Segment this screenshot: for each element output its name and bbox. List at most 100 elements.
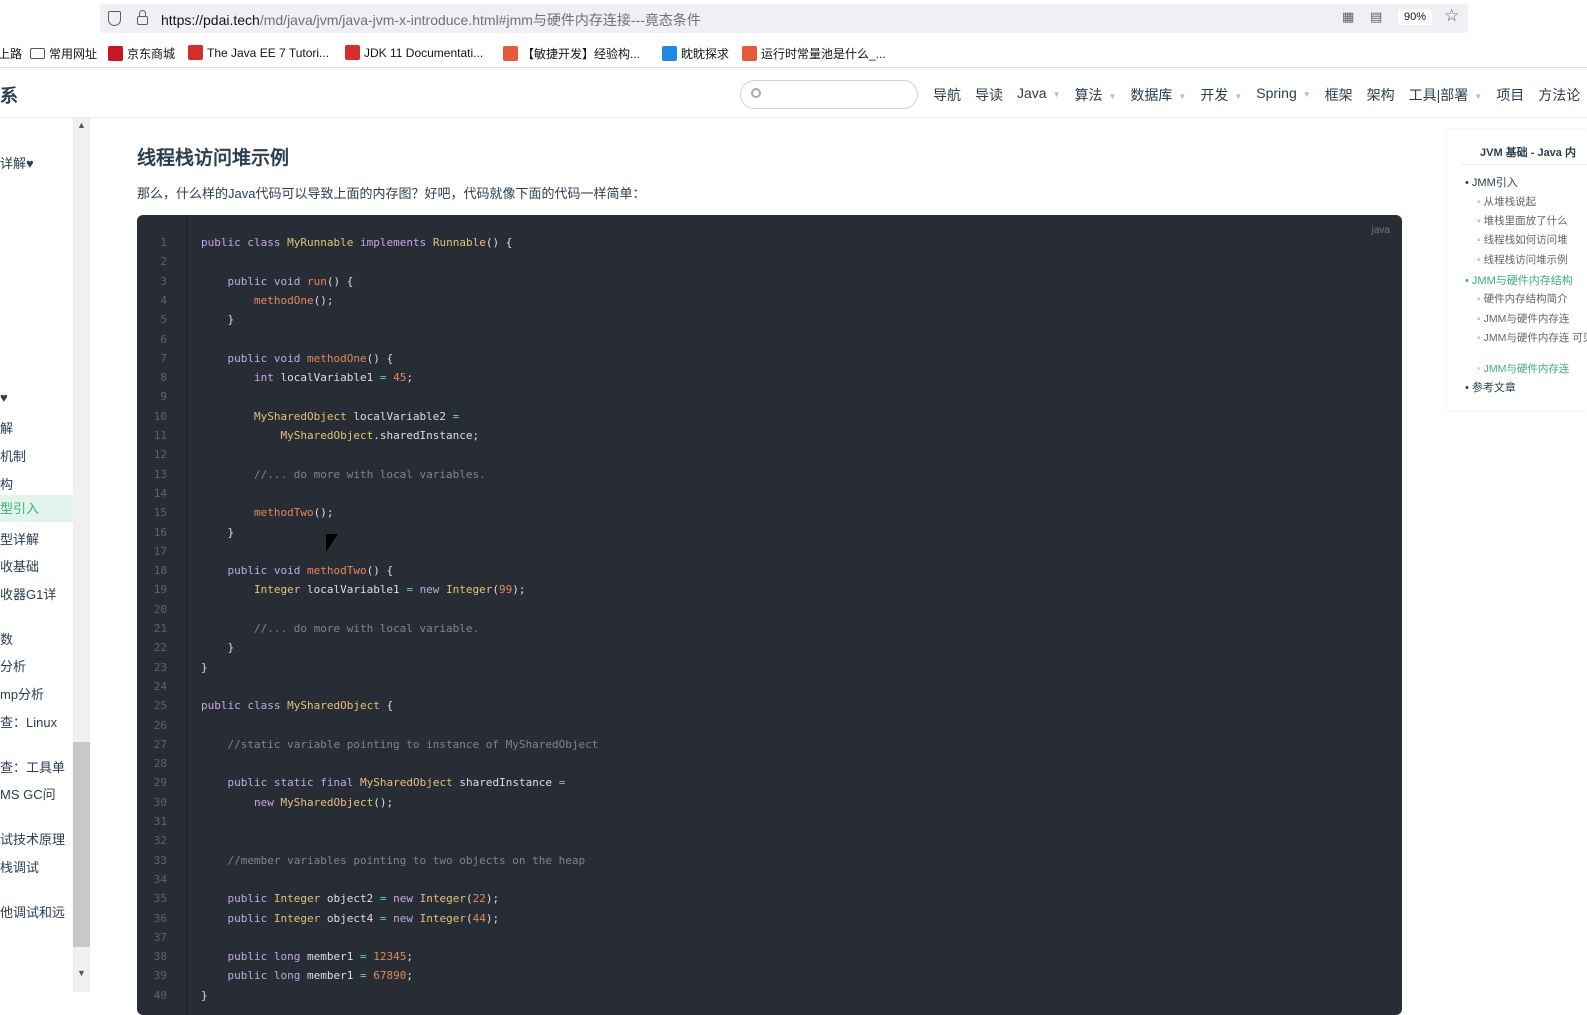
code-line: //... do more with local variable. xyxy=(201,622,480,635)
toc-item[interactable]: ◦ 从堆栈说起 xyxy=(1477,194,1536,209)
sidebar-item[interactable]: 栈调试 xyxy=(0,857,73,876)
toc-item[interactable]: ◦ 线程栈如何访问堆 xyxy=(1477,232,1568,247)
zoom-level[interactable]: 90% xyxy=(1398,9,1433,25)
shield-icon[interactable] xyxy=(108,11,121,26)
nav-item[interactable]: 架构 xyxy=(1367,85,1395,105)
code-line: public long member1 = 12345; xyxy=(227,950,413,964)
code-line: methodTwo(); xyxy=(253,506,334,520)
toc-bullet: ◦ xyxy=(1477,363,1484,375)
sidebar-item[interactable]: 查：Linux xyxy=(0,712,73,731)
sidebar-item[interactable]: 数 xyxy=(0,629,73,648)
nav-item[interactable]: 导航 xyxy=(933,85,961,105)
bookmark-item[interactable]: 上路 xyxy=(0,45,22,62)
toc-item[interactable]: ◦ JMM与硬件内存连 可见性 xyxy=(1477,330,1587,345)
sidebar-item[interactable]: mp分析 xyxy=(0,684,73,703)
scroll-up-icon[interactable]: ▲ xyxy=(77,120,86,130)
search-input[interactable] xyxy=(740,80,918,109)
bookmark-item[interactable]: The Java EE 7 Tutori... xyxy=(188,45,329,60)
main-content: 线程栈访问堆示例 那么，什么样的Java代码可以导致上面的内存图？好吧，代码就像… xyxy=(100,118,1437,1015)
sidebar-item[interactable]: 解 xyxy=(0,418,73,437)
bookmark-star-icon[interactable]: ☆ xyxy=(1444,6,1459,26)
nav-item[interactable]: 方法论 xyxy=(1538,85,1580,105)
code-line: } xyxy=(201,313,235,327)
line-number: 11 xyxy=(153,429,167,442)
line-number: 12 xyxy=(153,448,167,462)
toc-item[interactable]: ◦ JMM与硬件内存连 xyxy=(1477,361,1569,376)
bookmark-item[interactable]: 运行时常量池是什么_... xyxy=(742,45,886,62)
line-number: 32 xyxy=(153,834,167,848)
toc-label: 线程栈如何访问堆 xyxy=(1483,234,1568,246)
sidebar-item[interactable]: 分析 xyxy=(0,656,73,675)
lock-icon[interactable] xyxy=(137,10,148,25)
toc-item[interactable]: • JMM与硬件内存结构 xyxy=(1465,272,1573,288)
nav-item[interactable]: 工具|部署 ▼ xyxy=(1409,85,1483,105)
toc-bullet: ◦ xyxy=(1477,254,1484,266)
nav-item[interactable]: 框架 xyxy=(1325,85,1353,105)
nav-item[interactable]: 算法 ▼ xyxy=(1075,85,1117,105)
nav-label: 导航 xyxy=(933,87,961,103)
code-line: //member variables pointing to two objec… xyxy=(201,853,586,867)
bookmark-label: JDK 11 Documentati... xyxy=(364,45,484,60)
toc-item[interactable]: ◦ 堆栈里面放了什么 xyxy=(1477,213,1568,228)
bookmark-item[interactable]: 眈眈探求 xyxy=(662,45,729,62)
sidebar-item[interactable]: MS GC问 xyxy=(0,784,73,803)
oracle-icon xyxy=(188,45,203,60)
sidebar-item[interactable]: 详解♥ xyxy=(0,153,73,172)
sidebar-item[interactable]: 型引入 xyxy=(0,495,73,522)
toc-title: JVM 基础 - Java 内 xyxy=(1480,147,1576,159)
line-number: 23 xyxy=(153,660,167,674)
reader-view-icon[interactable]: ▤ xyxy=(1370,9,1382,25)
bookmark-item[interactable]: 【敏捷开发】经验构... xyxy=(503,45,640,62)
line-number: 29 xyxy=(153,776,167,790)
bookmarks-bar: 上路 常用网址 京东商城 The Java EE 7 Tutori... JDK 11 … xyxy=(0,36,1587,68)
code-line: } xyxy=(201,525,235,539)
caret-down-icon: ▼ xyxy=(1474,91,1483,101)
code-block: java 1 public class MyRunnable implements… xyxy=(137,215,1402,1015)
qr-code-icon[interactable]: ▦ xyxy=(1342,9,1354,25)
nav-label: 项目 xyxy=(1496,87,1525,103)
line-number: 38 xyxy=(153,950,167,964)
line-number: 22 xyxy=(153,641,167,655)
toc-bullet: ◦ xyxy=(1477,215,1484,227)
toc-item[interactable]: ◦ JMM与硬件内存连 xyxy=(1477,311,1569,326)
line-number: 16 xyxy=(153,525,167,539)
nav-item[interactable]: Spring ▼ xyxy=(1256,85,1310,105)
sidebar-item[interactable]: 构 xyxy=(0,474,73,493)
toc-bullet: • xyxy=(1465,177,1472,189)
url-text[interactable]: https://pdai.tech/md/java/jvm/java-jvm-x… xyxy=(161,10,701,30)
sidebar-item[interactable]: 机制 xyxy=(0,446,73,465)
nav-item[interactable]: 导读 xyxy=(975,85,1003,105)
toc-item[interactable]: • JMM引入 xyxy=(1465,174,1518,190)
nav-item[interactable]: Java ▼ xyxy=(1017,85,1061,105)
nav-item[interactable]: 项目 xyxy=(1496,85,1524,105)
bookmark-item[interactable]: 常用网址 xyxy=(30,45,97,62)
sidebar-item[interactable]: 试技术原理 xyxy=(0,829,73,848)
sidebar-item[interactable]: 他调试和远 xyxy=(0,902,73,921)
toc-item[interactable]: ◦ 硬件内存结构简介 xyxy=(1477,291,1568,306)
site-logo[interactable]: 系 xyxy=(0,82,18,108)
sidebar-item[interactable]: 查：工具单 xyxy=(0,757,73,776)
sidebar-item[interactable]: ♥ xyxy=(0,390,73,405)
toc-label: JMM引入 xyxy=(1471,177,1518,189)
toc-item[interactable]: ◦ 线程栈访问堆示例 xyxy=(1477,252,1568,267)
toc-item[interactable]: • 参考文章 xyxy=(1465,379,1516,395)
line-number: 7 xyxy=(160,351,167,365)
url-host: https://pdai.tech xyxy=(161,12,260,28)
code-line: } xyxy=(201,641,235,655)
bookmark-label: 常用网址 xyxy=(49,47,98,61)
address-bar[interactable]: https://pdai.tech/md/java/jvm/java-jvm-x… xyxy=(100,4,1468,33)
bookmark-item[interactable]: JDK 11 Documentati... xyxy=(345,45,483,60)
sidebar-item[interactable]: 型详解 xyxy=(0,529,73,548)
sidebar-item[interactable]: 收基础 xyxy=(0,556,73,575)
nav-item[interactable]: 数据库 ▼ xyxy=(1130,85,1186,105)
caret-down-icon: ▼ xyxy=(1234,91,1243,101)
sidebar-item[interactable]: 收器G1详 xyxy=(0,584,73,603)
code-line: //... do more with local variables. xyxy=(201,467,486,481)
scroll-down-icon[interactable]: ▼ xyxy=(77,968,86,978)
bookmark-item[interactable]: 京东商城 xyxy=(108,45,175,62)
blue-swirl-icon xyxy=(662,46,677,61)
sidebar-scroll-thumb[interactable] xyxy=(73,742,90,947)
nav-item[interactable]: 开发 ▼ xyxy=(1200,85,1242,105)
oracle-icon xyxy=(345,45,360,60)
line-number: 8 xyxy=(160,371,167,385)
